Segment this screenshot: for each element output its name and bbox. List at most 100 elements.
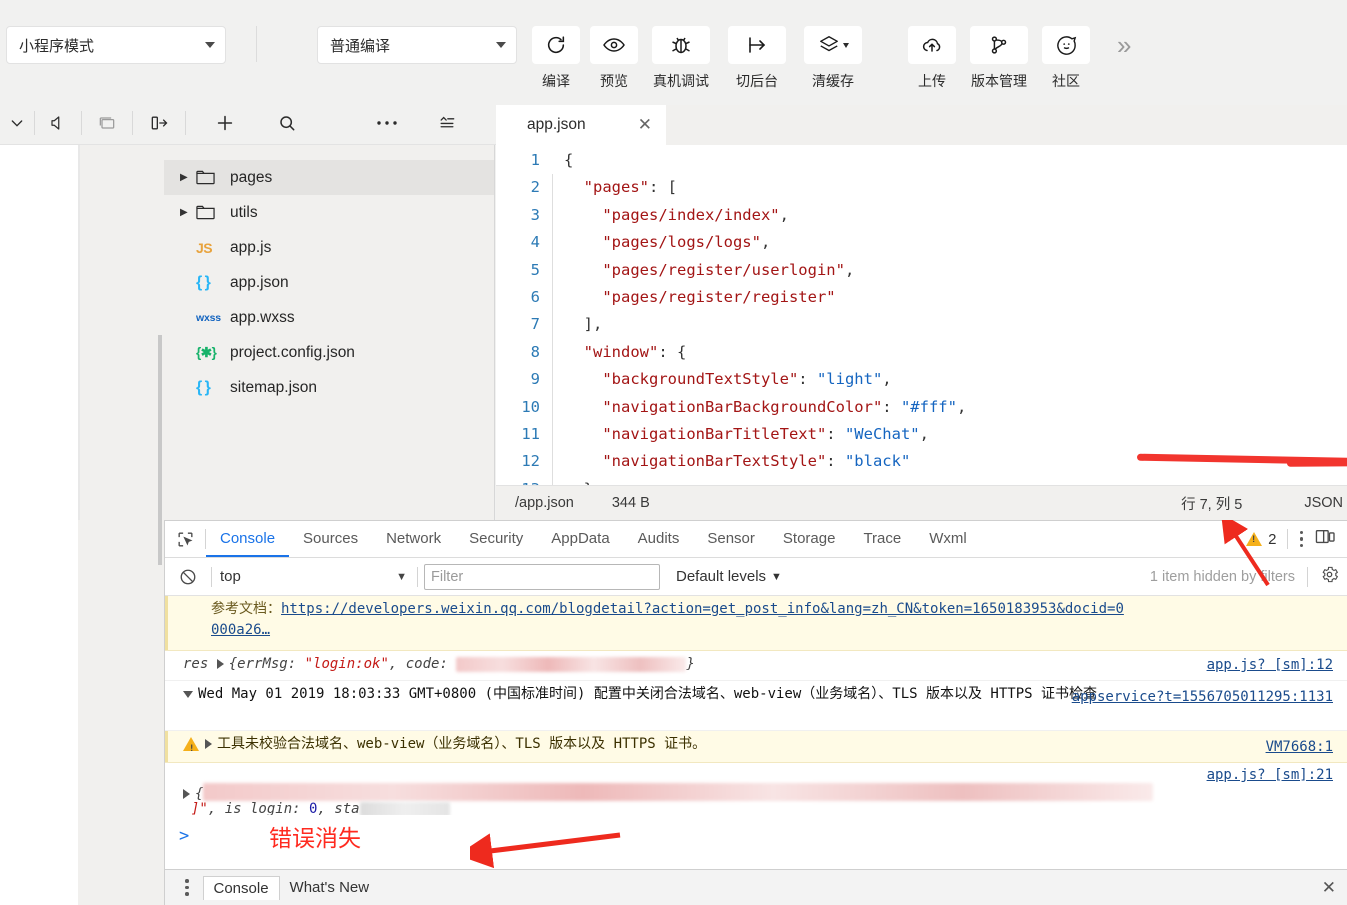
- code-line: 7 ],: [496, 311, 1347, 339]
- clear-cache-button[interactable]: 清缓存: [795, 26, 871, 91]
- chevron-down-icon: [496, 42, 506, 48]
- inspect-element-icon[interactable]: [165, 530, 205, 549]
- editor-code-area[interactable]: 1{ 2 "pages": [ 3 "pages/index/index", 4…: [496, 145, 1347, 485]
- expand-triangle-icon[interactable]: [216, 659, 224, 669]
- file-tree-item-app-wxss[interactable]: wxss app.wxss: [164, 300, 494, 335]
- file-tree-item-app-js[interactable]: JS app.js: [164, 230, 494, 265]
- chevron-right-icon: ▶: [180, 172, 188, 183]
- drawer-more-menu-icon[interactable]: [165, 879, 203, 896]
- file-tree-item-app-json[interactable]: { } app.json: [164, 265, 494, 300]
- close-icon[interactable]: ✕: [638, 115, 652, 135]
- tab-wxml[interactable]: Wxml: [915, 521, 981, 557]
- tab-network[interactable]: Network: [372, 521, 455, 557]
- warning-badge[interactable]: 2: [1246, 530, 1277, 548]
- preview-button[interactable]: 预览: [585, 26, 643, 91]
- console-prompt-row[interactable]: > 错误消失: [165, 815, 1347, 861]
- warning-count: 2: [1268, 530, 1277, 548]
- file-tree-item-pages[interactable]: ▶ pages: [164, 160, 494, 195]
- wechat-devtools-window: 小程序模式 普通编译 编译 预览 真机调试 切后台 清缓存 上传 版本管理 社区…: [0, 0, 1347, 905]
- compile-mode-value: 普通编译: [330, 37, 391, 55]
- source-link-appservice[interactable]: appservice?t=1556705011295:1131: [1072, 687, 1333, 708]
- status-language[interactable]: JSON: [1304, 495, 1343, 511]
- tab-storage[interactable]: Storage: [769, 521, 850, 557]
- console-levels-select[interactable]: Default levels ▼: [676, 568, 782, 585]
- folder-icon: [196, 169, 230, 186]
- console-message-res-login[interactable]: res {errMsg: "login:ok", code: } app.js?…: [165, 651, 1347, 681]
- collapse-all-icon[interactable]: [418, 113, 476, 133]
- tab-sensor[interactable]: Sensor: [693, 521, 769, 557]
- expand-triangle-icon[interactable]: [205, 739, 212, 749]
- source-link-app-js-12[interactable]: app.js? [sm]:12: [1207, 655, 1333, 676]
- console-message-masked-object[interactable]: app.js? [sm]:21 { ]", is_login: 0, sta: [165, 763, 1347, 815]
- warning-icon: [1246, 532, 1263, 546]
- line-number: 11: [521, 424, 540, 443]
- file-tree-item-utils[interactable]: ▶ utils: [164, 195, 494, 230]
- refresh-icon: [532, 26, 580, 64]
- console-message-domain-warning[interactable]: 工具未校验合法域名、web-view（业务域名）、TLS 版本以及 HTTPS …: [165, 731, 1347, 763]
- background-switch-button[interactable]: 切后台: [719, 26, 795, 91]
- console-context-select[interactable]: top ▼: [212, 565, 417, 589]
- file-tree-item-project-config[interactable]: {✱} project.config.json: [164, 335, 494, 370]
- tab-console[interactable]: Console: [206, 521, 290, 557]
- gear-icon[interactable]: [1320, 565, 1347, 589]
- reference-doc-link[interactable]: https://developers.weixin.qq.com/blogdet…: [281, 601, 1124, 617]
- console-message-reference-doc[interactable]: 参考文档：https://developers.weixin.qq.com/bl…: [165, 596, 1347, 651]
- clear-console-icon[interactable]: [165, 568, 211, 586]
- eye-icon: [590, 26, 638, 64]
- console-filter-placeholder: Filter: [431, 568, 464, 585]
- code-text: "navigationBarTitleText": "WeChat",: [602, 424, 929, 443]
- search-icon[interactable]: [256, 113, 318, 133]
- tab-audits[interactable]: Audits: [624, 521, 694, 557]
- source-link-vm7668[interactable]: VM7668:1: [1266, 737, 1333, 758]
- editor-tab-label: app.json: [527, 116, 586, 133]
- file-tree-item-label: pages: [230, 168, 273, 186]
- editor-status-bar: /app.json 344 B 行 7, 列 5 JSON: [496, 485, 1347, 520]
- reference-doc-link-continued[interactable]: 000a26…: [211, 622, 270, 638]
- community-button[interactable]: 社区: [1037, 26, 1095, 91]
- collapse-triangle-icon[interactable]: [183, 690, 193, 698]
- plus-icon[interactable]: [194, 112, 256, 134]
- code-line: 13 }: [496, 475, 1347, 485]
- version-control-button[interactable]: 版本管理: [961, 26, 1037, 91]
- drawer-tab-whats-new[interactable]: What's New: [280, 876, 380, 899]
- toolbar-overflow-button[interactable]: »: [1117, 32, 1131, 58]
- git-branch-icon: [970, 26, 1028, 64]
- remote-debug-button[interactable]: 真机调试: [643, 26, 719, 91]
- console-context-value: top: [220, 568, 241, 585]
- file-explorer-scrollbar[interactable]: [158, 335, 162, 565]
- cloud-upload-icon: [908, 26, 956, 64]
- mode-select[interactable]: 小程序模式: [6, 26, 226, 64]
- close-icon[interactable]: ✕: [1322, 878, 1347, 898]
- window-icon[interactable]: [82, 113, 132, 133]
- config-file-icon-label: {✱}: [196, 344, 217, 360]
- file-tree-item-sitemap-json[interactable]: { } sitemap.json: [164, 370, 494, 405]
- console-message-domain-check[interactable]: Wed May 01 2019 18:03:33 GMT+0800 (中国标准时…: [165, 681, 1347, 731]
- drawer-tab-console[interactable]: Console: [202, 875, 280, 900]
- dock-side-icon[interactable]: [1315, 528, 1341, 551]
- code-editor: app.json ✕ 1{ 2 "pages": [ 3 "pages/inde…: [496, 105, 1347, 520]
- chevron-down-icon[interactable]: [0, 115, 34, 131]
- console-hidden-items-note: 1 item hidden by filters: [1149, 568, 1295, 585]
- tab-sources[interactable]: Sources: [289, 521, 372, 557]
- reference-doc-prefix: 参考文档：: [211, 601, 281, 617]
- ellipsis-icon[interactable]: [356, 119, 418, 127]
- code-text: "pages/register/register": [602, 287, 836, 306]
- compile-mode-select[interactable]: 普通编译: [317, 26, 517, 64]
- expand-triangle-icon[interactable]: [183, 789, 190, 799]
- editor-tab-app-json[interactable]: app.json ✕: [496, 105, 666, 145]
- json-file-icon: { }: [196, 379, 230, 397]
- message-severity-bar: [165, 596, 168, 650]
- console-message-list[interactable]: 参考文档：https://developers.weixin.qq.com/bl…: [165, 596, 1347, 902]
- volume-icon[interactable]: [35, 114, 81, 132]
- tab-security[interactable]: Security: [455, 521, 537, 557]
- upload-button[interactable]: 上传: [903, 26, 961, 91]
- compile-button[interactable]: 编译: [527, 26, 585, 91]
- chevron-down-icon: ▼: [396, 570, 407, 583]
- source-link-app-js-21[interactable]: app.js? [sm]:21: [1207, 767, 1333, 783]
- code-text: "backgroundTextStyle": "light",: [602, 370, 892, 389]
- devtools-more-menu-icon[interactable]: [1288, 530, 1316, 548]
- tab-appdata[interactable]: AppData: [537, 521, 623, 557]
- console-filter-input[interactable]: Filter: [424, 563, 660, 590]
- panel-right-icon[interactable]: [133, 113, 185, 133]
- tab-trace[interactable]: Trace: [849, 521, 915, 557]
